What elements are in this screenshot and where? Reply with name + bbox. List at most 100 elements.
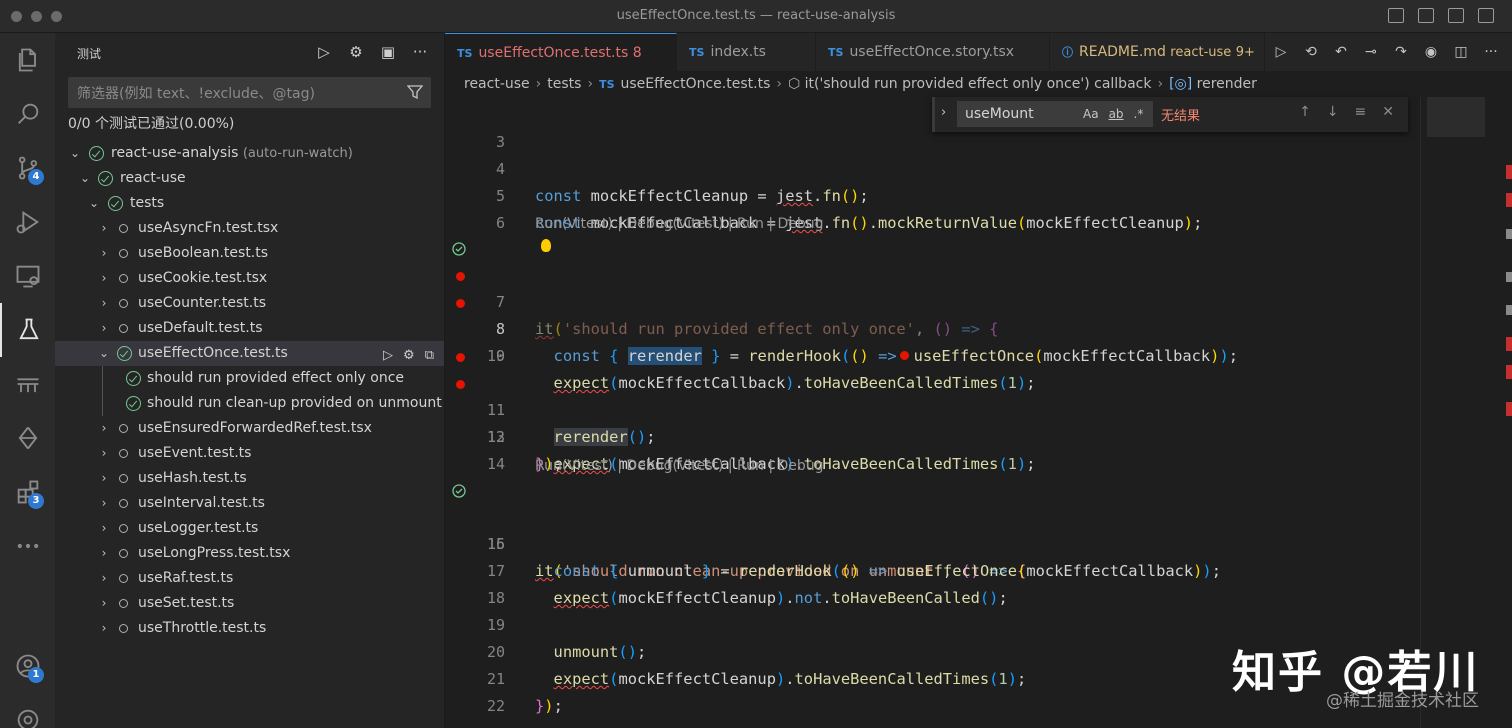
tree-item-folder[interactable]: ⌄ tests <box>55 191 444 216</box>
settings-gear-icon[interactable] <box>0 693 55 728</box>
run-file-icon[interactable]: ▷ <box>1272 43 1290 61</box>
more-actions-icon[interactable]: ··· <box>1482 43 1500 61</box>
tree-item-file[interactable]: › useSet.test.ts <box>55 591 444 616</box>
run-debug-icon[interactable] <box>0 195 55 249</box>
tree-item-folder[interactable]: ⌄ react-use <box>55 166 444 191</box>
tree-item-file[interactable]: › useHash.test.ts <box>55 466 444 491</box>
breadcrumb-item[interactable]: it('should run provided effect only once… <box>805 76 1152 92</box>
chevron-right-icon[interactable]: › <box>97 441 111 466</box>
codelens-actions[interactable]: Run(Vitest) | Debug(Vitest) | Run | Debu… <box>535 455 824 477</box>
tree-item-file[interactable]: › useDefault.test.ts <box>55 316 444 341</box>
account-icon[interactable]: 1 <box>0 639 55 693</box>
chevron-right-icon[interactable]: › <box>97 416 111 441</box>
chevron-right-icon[interactable]: › <box>97 316 111 341</box>
breakpoint-icon[interactable] <box>456 380 465 389</box>
find-in-selection-icon[interactable]: ≡ <box>1355 104 1367 120</box>
bridge-icon[interactable] <box>0 357 55 411</box>
chevron-down-icon[interactable]: ⌄ <box>97 341 111 366</box>
tree-item-root[interactable]: ⌄ react-use-analysis (auto-run-watch) <box>55 141 444 166</box>
timeline-compare-icon[interactable]: ◉ <box>1422 43 1440 61</box>
chevron-right-icon[interactable]: › <box>97 241 111 266</box>
match-whole-word-toggle[interactable]: ab <box>1109 101 1124 127</box>
customize-layout-icon[interactable] <box>1478 8 1494 23</box>
minimap-viewport[interactable] <box>1427 97 1485 137</box>
tree-item-file[interactable]: › useEvent.test.ts <box>55 441 444 466</box>
tree-item-file[interactable]: › useThrottle.test.ts <box>55 616 444 641</box>
chevron-down-icon[interactable]: ⌄ <box>78 166 92 191</box>
tab-useeffectonce-test[interactable]: TS useEffectOnce.test.ts 8 <box>445 33 677 71</box>
chevron-right-icon[interactable]: › <box>97 566 111 591</box>
breakpoint-icon[interactable] <box>456 272 465 281</box>
tree-item-file[interactable]: › useBoolean.test.ts <box>55 241 444 266</box>
tree-item-file[interactable]: › useCookie.test.tsx <box>55 266 444 291</box>
minimap[interactable] <box>1420 97 1512 728</box>
tree-item-file[interactable]: › useCounter.test.ts <box>55 291 444 316</box>
more-icon[interactable] <box>0 519 55 573</box>
chevron-right-icon[interactable]: › <box>97 291 111 316</box>
layout-controls[interactable] <box>1388 8 1494 23</box>
test-filter-input[interactable]: 筛选器(例如 text、!exclude、@tag) <box>68 77 431 108</box>
remote-explorer-icon[interactable] <box>0 249 55 303</box>
chevron-down-icon[interactable]: ⌄ <box>87 191 101 216</box>
chevron-right-icon[interactable]: › <box>97 591 111 616</box>
use-regex-toggle[interactable]: .* <box>1134 101 1144 127</box>
breadcrumb-item[interactable]: tests <box>547 76 581 92</box>
chevron-right-icon[interactable]: › <box>97 266 111 291</box>
test-passed-icon[interactable] <box>452 484 466 498</box>
history-icon[interactable]: ⟲ <box>1302 43 1320 61</box>
go-back-icon[interactable]: ↶ <box>1332 43 1350 61</box>
chevron-right-icon[interactable]: › <box>97 491 111 516</box>
filter-funnel-icon[interactable] <box>407 84 423 100</box>
more-actions-icon[interactable]: ··· <box>410 42 430 62</box>
go-to-test-icon[interactable]: ⧉ <box>425 343 434 368</box>
source-control-icon[interactable]: 4 <box>0 141 55 195</box>
previous-match-icon[interactable]: ↑ <box>1299 104 1311 120</box>
chevron-right-icon[interactable]: › <box>97 216 111 241</box>
tree-item-file[interactable]: › useLogger.test.ts <box>55 516 444 541</box>
split-editor-icon[interactable]: ◫ <box>1452 43 1470 61</box>
toggle-secondary-sidebar-icon[interactable] <box>1448 8 1464 23</box>
tree-item-file[interactable]: › useAsyncFn.test.tsx <box>55 216 444 241</box>
chevron-right-icon[interactable]: › <box>97 466 111 491</box>
tab-readme[interactable]: ⓘ README.md react-use 9+ <box>1050 33 1265 71</box>
codelens-actions[interactable]: Run(Vitest) | Debug(Vitest) | Run | Debu… <box>535 213 824 235</box>
test-passed-icon[interactable] <box>452 242 466 256</box>
tree-item-file[interactable]: › useRaf.test.ts <box>55 566 444 591</box>
toggle-panel-icon[interactable] <box>1418 8 1434 23</box>
search-icon[interactable] <box>0 87 55 141</box>
breadcrumb-item[interactable]: react-use <box>464 76 530 92</box>
breakpoint-icon[interactable] <box>456 299 465 308</box>
run-test-icon[interactable]: ▷ <box>383 343 393 368</box>
chevron-right-icon[interactable]: › <box>97 616 111 641</box>
next-match-icon[interactable]: ↓ <box>1327 104 1339 120</box>
testing-icon[interactable] <box>0 303 55 357</box>
close-find-icon[interactable]: ✕ <box>1382 104 1394 120</box>
explorer-icon[interactable] <box>0 33 55 87</box>
breadcrumb-item[interactable]: useEffectOnce.test.ts <box>621 76 771 92</box>
breadcrumb-item[interactable]: rerender <box>1197 76 1257 92</box>
timeline-icon[interactable] <box>0 411 55 465</box>
chevron-down-icon[interactable]: ⌄ <box>68 141 82 166</box>
tab-story[interactable]: TS useEffectOnce.story.tsx <box>816 33 1050 71</box>
run-all-tests-icon[interactable]: ▷ <box>314 42 334 62</box>
lightbulb-icon[interactable] <box>541 239 551 252</box>
code-editor[interactable]: 3 4 const mockEffectCleanup = jest.fn();… <box>445 97 1420 728</box>
tree-item-test[interactable]: should run provided effect only once <box>55 366 444 391</box>
go-forward-icon[interactable]: ↷ <box>1392 43 1410 61</box>
toggle-replace-icon[interactable]: › <box>941 105 946 120</box>
chevron-right-icon[interactable]: › <box>97 541 111 566</box>
match-case-toggle[interactable]: Aa <box>1083 101 1099 127</box>
extensions-icon[interactable]: 3 <box>0 465 55 519</box>
tree-item-test[interactable]: should run clean-up provided on unmount <box>55 391 444 416</box>
commit-icon[interactable]: ⊸ <box>1362 43 1380 61</box>
tree-item-file[interactable]: › useLongPress.test.tsx <box>55 541 444 566</box>
tree-item-file[interactable]: › useInterval.test.ts <box>55 491 444 516</box>
tree-item-file[interactable]: › useEnsuredForwardedRef.test.tsx <box>55 416 444 441</box>
tab-index[interactable]: TS index.ts <box>677 33 816 71</box>
toggle-sidebar-icon[interactable] <box>1388 8 1404 23</box>
chevron-right-icon[interactable]: › <box>97 516 111 541</box>
debug-all-tests-icon[interactable]: ⚙ <box>346 42 366 62</box>
show-output-icon[interactable]: ▣ <box>378 42 398 62</box>
debug-test-icon[interactable]: ⚙ <box>403 343 415 368</box>
tree-item-file-selected[interactable]: ⌄ useEffectOnce.test.ts ▷ ⚙ ⧉ <box>55 341 444 366</box>
